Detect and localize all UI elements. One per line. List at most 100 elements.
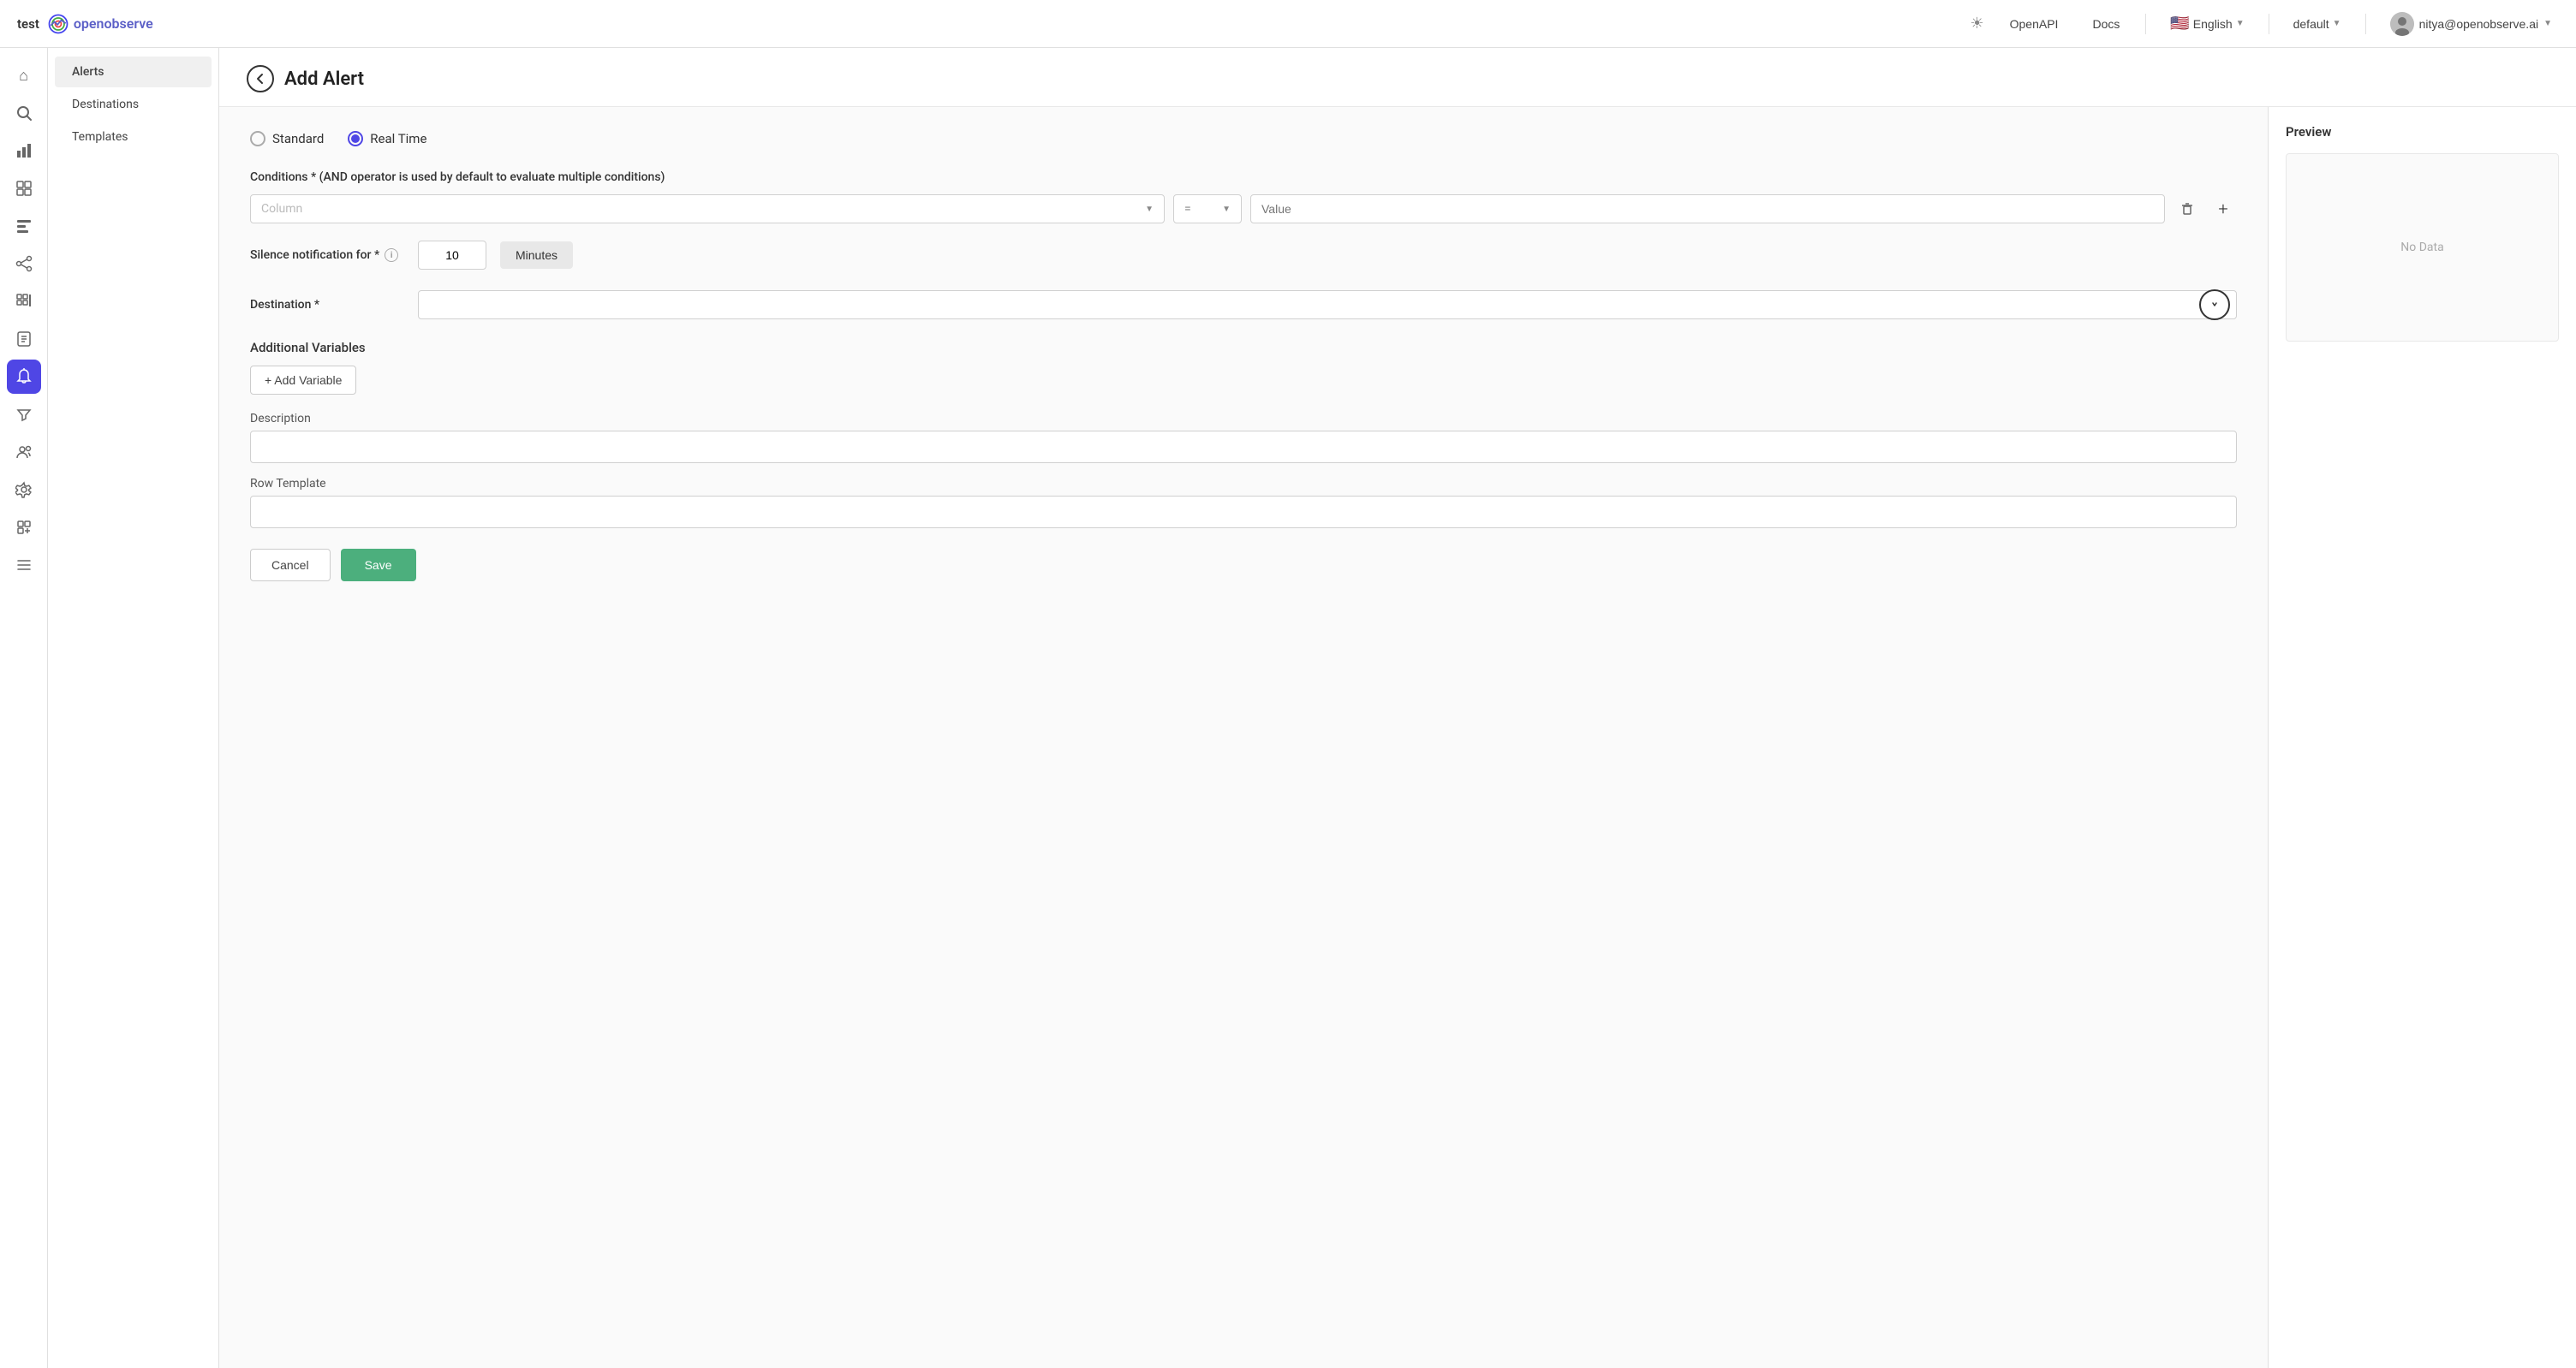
filter-icon	[15, 406, 33, 423]
nav-divider-3	[2365, 14, 2366, 34]
page-header: Add Alert	[219, 48, 2576, 107]
sidebar-item-logs-nav[interactable]	[7, 548, 41, 582]
preview-box: No Data	[2286, 153, 2559, 342]
plugin-icon	[15, 519, 33, 536]
destination-input[interactable]	[418, 290, 2237, 319]
docs-button[interactable]: Docs	[2084, 12, 2128, 36]
avatar-icon	[2390, 12, 2414, 36]
users-icon	[15, 443, 33, 461]
share-icon	[15, 255, 33, 272]
flag-icon: 🇺🇸	[2170, 15, 2189, 33]
logo-svg	[46, 12, 70, 36]
operator-select[interactable]: = ▼	[1173, 194, 1242, 223]
language-label: English	[2193, 17, 2233, 31]
add-condition-button[interactable]: +	[2209, 195, 2237, 223]
traces-icon	[15, 217, 33, 235]
list-icon	[15, 556, 33, 574]
org-chevron-icon: ▼	[2333, 19, 2341, 28]
value-input[interactable]	[1250, 194, 2165, 223]
sidebar-item-iam[interactable]	[7, 435, 41, 469]
column-chevron-icon: ▼	[1145, 205, 1154, 214]
form-main: Standard Real Time Conditions * (AND ope…	[219, 107, 2268, 1368]
radio-realtime-label: Real Time	[370, 131, 426, 146]
row-template-label: Row Template	[250, 477, 2237, 491]
sidebar-item-templates[interactable]: Templates	[55, 122, 212, 152]
logo-text: openobserve	[74, 15, 153, 32]
sidebar: ⌂	[0, 48, 48, 1368]
destination-dropdown-button[interactable]	[2199, 289, 2230, 320]
logo: openobserve	[46, 12, 153, 36]
sidebar-item-logs[interactable]	[7, 134, 41, 168]
app-name: test	[17, 16, 39, 32]
content-area: Add Alert Standard Real Time	[219, 48, 2576, 1368]
topnav: test openobserve ☀ OpenAPI Docs 🇺🇸 Engli…	[0, 0, 2576, 48]
back-button[interactable]	[247, 65, 274, 92]
radio-realtime[interactable]: Real Time	[348, 131, 426, 146]
sidebar-item-filter[interactable]	[7, 397, 41, 431]
add-variable-button[interactable]: + Add Variable	[250, 366, 356, 395]
column-select[interactable]: Column ▼	[250, 194, 1165, 223]
trash-icon	[2179, 201, 2195, 217]
operator-value: =	[1184, 202, 1191, 216]
description-input[interactable]	[250, 431, 2237, 463]
page-title: Add Alert	[284, 68, 364, 90]
radio-standard[interactable]: Standard	[250, 131, 324, 146]
sidebar-item-pipelines[interactable]	[7, 247, 41, 281]
sidebar-item-plugins[interactable]	[7, 510, 41, 544]
conditions-row: Column ▼ = ▼ +	[250, 194, 2237, 223]
sidebar-item-dashboards[interactable]	[7, 284, 41, 318]
search-icon	[15, 104, 33, 122]
dashboard-icon	[15, 180, 33, 197]
report-icon	[15, 330, 33, 348]
sidebar-item-settings[interactable]	[7, 473, 41, 507]
conditions-label: Conditions * (AND operator is used by de…	[250, 170, 2237, 184]
silence-label: Silence notification for * i	[250, 248, 404, 262]
user-chevron-icon: ▼	[2543, 19, 2552, 28]
preview-no-data: No Data	[2400, 241, 2443, 254]
row-template-input[interactable]	[250, 496, 2237, 528]
brand: test openobserve	[17, 12, 153, 36]
sidebar-item-traces[interactable]	[7, 209, 41, 243]
back-arrow-icon	[254, 73, 266, 85]
operator-chevron-icon: ▼	[1222, 205, 1231, 214]
description-label: Description	[250, 412, 2237, 425]
radio-standard-label: Standard	[272, 131, 324, 146]
silence-info-icon[interactable]: i	[385, 248, 398, 262]
nav-divider	[2145, 14, 2146, 34]
silence-value-input[interactable]	[418, 241, 486, 270]
left-panel: Alerts Destinations Templates	[48, 48, 219, 1368]
cancel-button[interactable]: Cancel	[250, 549, 331, 581]
theme-toggle-icon[interactable]: ☀	[1970, 15, 1983, 33]
grid-icon	[15, 293, 33, 310]
save-button[interactable]: Save	[341, 549, 416, 581]
org-label: default	[2293, 17, 2329, 31]
destination-label: Destination *	[250, 298, 404, 312]
openapi-button[interactable]: OpenAPI	[2001, 12, 2067, 36]
user-email: nitya@openobserve.ai	[2419, 17, 2539, 31]
org-selector[interactable]: default ▼	[2287, 12, 2348, 36]
preview-panel: Preview No Data	[2268, 107, 2576, 1368]
alert-bell-icon	[15, 368, 33, 385]
sidebar-item-reports[interactable]	[7, 322, 41, 356]
delete-condition-button[interactable]	[2174, 195, 2201, 223]
preview-title: Preview	[2286, 124, 2559, 140]
radio-realtime-dot	[351, 134, 360, 143]
sidebar-item-alerts[interactable]	[7, 360, 41, 394]
additional-variables-title: Additional Variables	[250, 340, 2237, 355]
silence-unit-button[interactable]: Minutes	[500, 241, 573, 269]
sidebar-item-search[interactable]	[7, 96, 41, 130]
gear-icon	[15, 481, 33, 498]
chart-bar-icon	[15, 142, 33, 159]
lang-chevron-icon: ▼	[2236, 19, 2245, 28]
sidebar-item-metrics[interactable]	[7, 171, 41, 205]
user-menu-button[interactable]: nitya@openobserve.ai ▼	[2383, 7, 2559, 41]
radio-standard-outer	[250, 131, 265, 146]
sidebar-item-alerts-nav[interactable]: Alerts	[55, 57, 212, 87]
sidebar-item-destinations[interactable]: Destinations	[55, 89, 212, 120]
column-placeholder: Column	[261, 202, 302, 216]
form-actions: Cancel Save	[250, 549, 2237, 581]
language-selector[interactable]: 🇺🇸 English ▼	[2163, 9, 2251, 38]
alert-type-radio-group: Standard Real Time	[250, 131, 2237, 146]
sidebar-item-home[interactable]: ⌂	[7, 58, 41, 92]
form-content: Standard Real Time Conditions * (AND ope…	[219, 107, 2576, 1368]
